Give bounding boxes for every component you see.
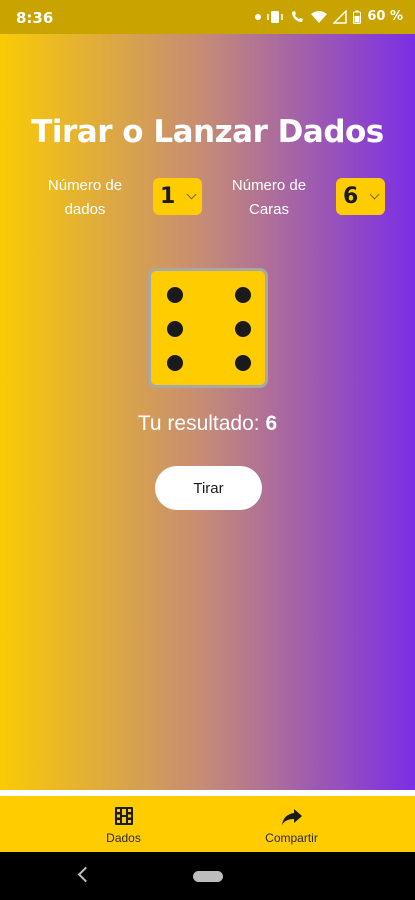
battery-icon <box>353 10 362 24</box>
bottom-tab-bar: Dados Compartir <box>0 796 415 852</box>
result-value: 6 <box>265 412 278 435</box>
share-arrow-icon <box>281 809 302 825</box>
status-time: 8:36 <box>16 9 54 27</box>
die-pip <box>235 287 251 303</box>
roll-button[interactable]: Tirar <box>155 466 262 510</box>
die-face <box>148 268 268 388</box>
wifi-call-icon <box>292 10 304 22</box>
chevron-down-icon <box>369 189 380 200</box>
result-label: Tu resultado: <box>137 412 260 435</box>
chevron-down-icon <box>186 189 197 200</box>
film-dice-icon <box>114 807 133 825</box>
dice-count-label-line1: Número de <box>47 177 123 194</box>
die-pip <box>235 355 251 371</box>
dice-count-select[interactable]: 1 <box>153 178 202 215</box>
app-content: Tirar o Lanzar Dados Número de dados 1 N… <box>0 34 415 790</box>
faces-value: 6 <box>343 184 359 209</box>
faces-label: Número de Caras <box>226 174 312 222</box>
notification-dot-icon <box>255 13 262 20</box>
die-pip <box>167 321 183 337</box>
faces-label-line1: Número de <box>231 177 307 194</box>
dice-count-label-line2: dados <box>64 201 106 218</box>
dice-count-value: 1 <box>160 184 176 209</box>
faces-select[interactable]: 6 <box>336 178 385 215</box>
page-title: Tirar o Lanzar Dados <box>31 114 384 150</box>
tab-compartir-label: Compartir <box>265 831 318 845</box>
status-icons: 60 % <box>255 9 403 24</box>
die-pip <box>167 287 183 303</box>
system-nav-bar <box>0 852 415 900</box>
battery-level: 60 % <box>367 9 403 24</box>
dice-count-label: Número de dados <box>42 174 128 222</box>
vibrate-icon <box>267 10 284 23</box>
back-icon[interactable] <box>77 866 94 883</box>
die-pip <box>167 355 183 371</box>
result-text: Tu resultado: 6 <box>0 412 415 436</box>
wifi-icon <box>311 10 328 23</box>
faces-label-line2: Caras <box>248 201 289 218</box>
die-pip <box>235 321 251 337</box>
home-pill-icon[interactable] <box>193 871 223 882</box>
signal-icon <box>333 9 348 24</box>
tab-compartir[interactable]: Compartir <box>188 796 395 852</box>
status-bar: 8:36 60 % <box>0 0 415 34</box>
